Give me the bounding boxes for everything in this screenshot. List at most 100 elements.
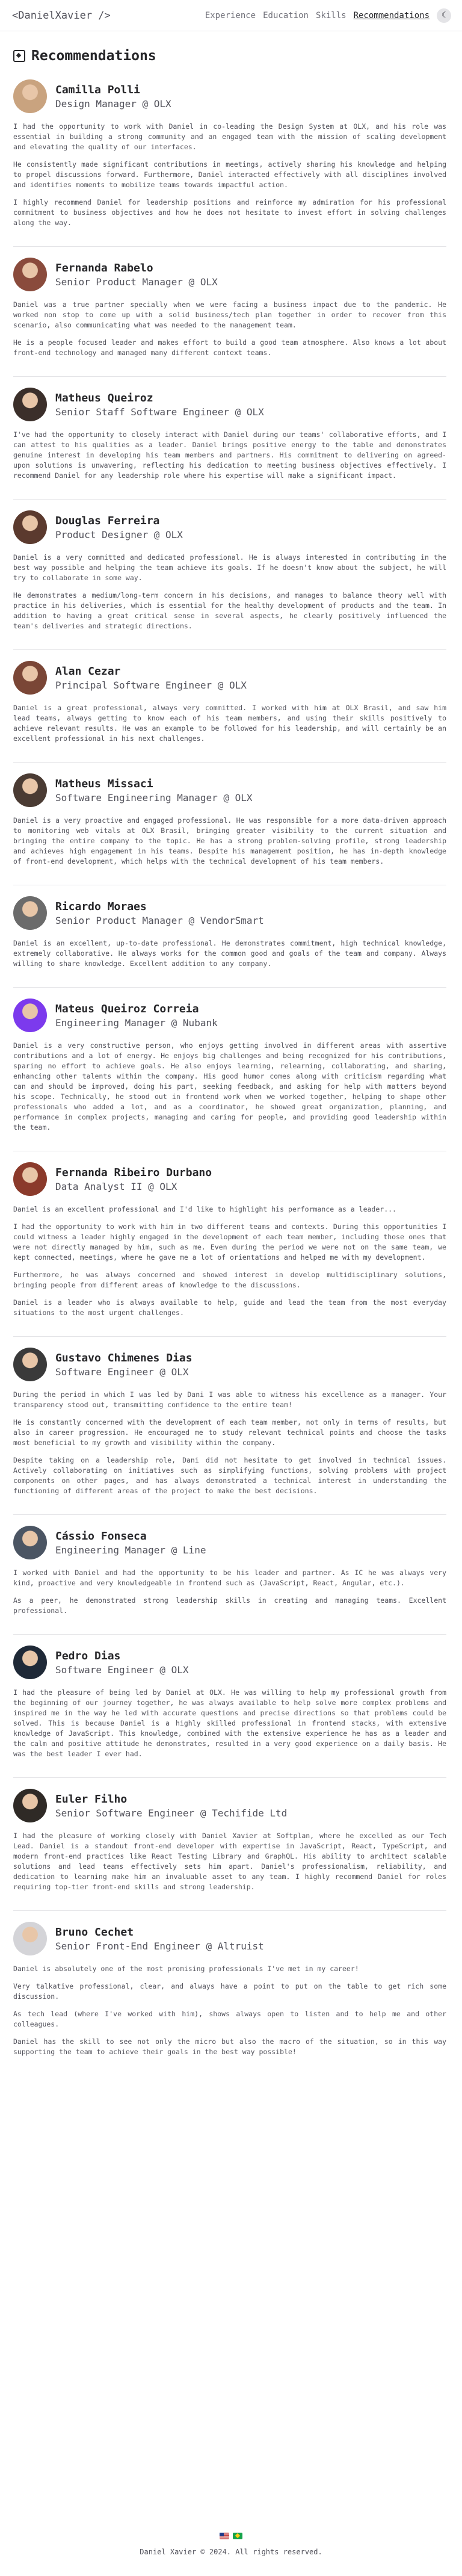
nav-link-experience[interactable]: Experience bbox=[205, 11, 256, 20]
recommender-role: Senior Product Manager @ OLX bbox=[55, 276, 218, 288]
nav-link-recommendations[interactable]: Recommendations bbox=[354, 11, 430, 20]
recommendation-text: I had the opportunity to work with him i… bbox=[13, 1222, 446, 1262]
recommendation-card: Ricardo Moraes Senior Product Manager @ V… bbox=[13, 885, 446, 987]
recommendation-header: Ricardo Moraes Senior Product Manager @ V… bbox=[13, 896, 446, 930]
recommendation-header: Camilla Polli Design Manager @ OLX bbox=[13, 79, 446, 113]
recommender-name: Pedro Dias bbox=[55, 1649, 121, 1662]
recommender-name: Gustavo Chimenes Dias bbox=[55, 1351, 192, 1364]
avatar bbox=[13, 1162, 47, 1196]
recommender-name: Fernanda Ribeiro Durbano bbox=[55, 1166, 212, 1179]
site-header: <DanielXavier /> Experience Education Skil… bbox=[0, 0, 462, 31]
avatar bbox=[13, 510, 47, 544]
recommendation-text: I had the pleasure of being led by Danie… bbox=[13, 1688, 446, 1758]
recommendation-header: Alan Cezar Principal Software Engineer @ … bbox=[13, 661, 446, 695]
recommendation-card: Matheus Missaci Software Engineering Mana… bbox=[13, 762, 446, 885]
recommendation-header: Douglas Ferreira Product Designer @ OLX bbox=[13, 510, 446, 544]
recommendation-text: Despite taking on a leadership role, Dan… bbox=[13, 1456, 446, 1495]
recommendation-text: Daniel is a very proactive and engaged p… bbox=[13, 816, 446, 865]
avatar bbox=[13, 1526, 47, 1559]
page-title: Recommendations bbox=[13, 48, 446, 64]
recommendation-text: During the period in which I was led by … bbox=[13, 1390, 446, 1409]
recommendation-card: Fernanda Ribeiro Durbano Data Analyst II … bbox=[13, 1151, 446, 1336]
avatar bbox=[13, 258, 47, 291]
recommender-info: Bruno Cechet Senior Front-End Engineer @ … bbox=[55, 1926, 264, 1952]
avatar bbox=[13, 1922, 47, 1955]
recommendation-card: Matheus Queiroz Senior Staff Software Eng… bbox=[13, 376, 446, 499]
avatar bbox=[13, 388, 47, 421]
recommender-info: Cássio Fonseca Engineering Manager @ Line bbox=[55, 1530, 206, 1556]
avatar bbox=[13, 999, 47, 1032]
recommendation-header: Fernanda Rabelo Senior Product Manager @ … bbox=[13, 258, 446, 291]
recommender-role: Data Analyst II @ OLX bbox=[55, 1180, 177, 1192]
brand-logo[interactable]: <DanielXavier /> bbox=[12, 10, 111, 22]
recommendation-text: As tech lead (where I've worked with him… bbox=[13, 2010, 446, 2028]
main-nav: Experience Education Skills Recommendations… bbox=[205, 8, 451, 23]
recommender-role: Software Engineering Manager @ OLX bbox=[55, 791, 253, 803]
recommender-name: Ricardo Moraes bbox=[55, 900, 147, 913]
recommender-role: Engineering Manager @ Nubank bbox=[55, 1017, 218, 1029]
recommendations-list: Camilla Polli Design Manager @ OLX I had t… bbox=[13, 79, 446, 2075]
avatar bbox=[13, 79, 47, 113]
recommendation-text: He demonstrates a medium/long-term conce… bbox=[13, 591, 446, 630]
recommendation-card: Mateus Queiroz Correia Engineering Manage… bbox=[13, 987, 446, 1151]
recommendation-card: Gustavo Chimenes Dias Software Engineer @… bbox=[13, 1336, 446, 1514]
recommendation-text: I worked with Daniel and had the opportu… bbox=[13, 1568, 446, 1587]
recommender-info: Matheus Missaci Software Engineering Mana… bbox=[55, 778, 253, 803]
recommender-info: Mateus Queiroz Correia Engineering Manage… bbox=[55, 1003, 218, 1029]
recommender-role: Software Engineer @ OLX bbox=[55, 1366, 189, 1378]
avatar bbox=[13, 661, 47, 695]
recommendation-text: Daniel is a very constructive person, wh… bbox=[13, 1041, 446, 1132]
recommendation-text: He is constantly concerned with the deve… bbox=[13, 1418, 446, 1447]
avatar bbox=[13, 1646, 47, 1679]
recommendation-text: Furthermore, he was always concerned and… bbox=[13, 1271, 446, 1289]
recommender-name: Euler Filho bbox=[55, 1792, 128, 1806]
recommendation-card: Alan Cezar Principal Software Engineer @ … bbox=[13, 649, 446, 762]
nav-link-skills[interactable]: Skills bbox=[316, 11, 346, 20]
recommendation-icon bbox=[13, 50, 25, 62]
avatar bbox=[13, 773, 47, 807]
recommender-info: Fernanda Ribeiro Durbano Data Analyst II … bbox=[55, 1166, 212, 1192]
recommender-name: Alan Cezar bbox=[55, 664, 121, 678]
recommendation-header: Euler Filho Senior Software Engineer @ Te… bbox=[13, 1789, 446, 1822]
recommender-info: Douglas Ferreira Product Designer @ OLX bbox=[55, 515, 183, 540]
copyright-text: Daniel Xavier © 2024. All rights reserve… bbox=[140, 2548, 322, 2556]
avatar bbox=[13, 1789, 47, 1822]
recommender-role: Product Designer @ OLX bbox=[55, 528, 183, 540]
recommendation-header: Cássio Fonseca Engineering Manager @ Line bbox=[13, 1526, 446, 1559]
recommendation-text: I highly recommend Daniel for leadership… bbox=[13, 198, 446, 227]
recommendation-text: Daniel has the skill to see not only the… bbox=[13, 2037, 446, 2056]
recommendation-text: As a peer, he demonstrated strong leader… bbox=[13, 1596, 446, 1615]
recommendation-card: Cássio Fonseca Engineering Manager @ Line… bbox=[13, 1514, 446, 1634]
recommendation-text: Daniel is absolutely one of the most pro… bbox=[13, 1965, 359, 1973]
recommender-info: Fernanda Rabelo Senior Product Manager @ … bbox=[55, 262, 218, 288]
recommender-info: Gustavo Chimenes Dias Software Engineer @… bbox=[55, 1352, 192, 1378]
recommendation-header: Matheus Missaci Software Engineering Mana… bbox=[13, 773, 446, 807]
recommender-name: Mateus Queiroz Correia bbox=[55, 1002, 199, 1015]
recommender-role: Software Engineer @ OLX bbox=[55, 1664, 189, 1676]
recommendation-text: Daniel was a true partner specially when… bbox=[13, 300, 446, 329]
recommendation-text: Daniel is a leader who is always availab… bbox=[13, 1298, 446, 1317]
nav-link-education[interactable]: Education bbox=[263, 11, 309, 20]
recommendation-card: Camilla Polli Design Manager @ OLX I had t… bbox=[13, 79, 446, 246]
recommendation-text: I had the pleasure of working closely wi… bbox=[13, 1831, 446, 1891]
recommender-name: Bruno Cechet bbox=[55, 1925, 134, 1939]
recommender-name: Fernanda Rabelo bbox=[55, 261, 153, 274]
moon-icon: ☾ bbox=[442, 11, 446, 20]
recommendation-header: Fernanda Ribeiro Durbano Data Analyst II … bbox=[13, 1162, 446, 1196]
recommendation-header: Mateus Queiroz Correia Engineering Manage… bbox=[13, 999, 446, 1032]
recommender-role: Engineering Manager @ Line bbox=[55, 1544, 206, 1556]
us-flag-icon[interactable] bbox=[220, 2533, 229, 2539]
recommendation-text: Daniel is a great professional, always v… bbox=[13, 704, 446, 743]
recommender-role: Principal Software Engineer @ OLX bbox=[55, 679, 247, 691]
recommendation-card: Fernanda Rabelo Senior Product Manager @ … bbox=[13, 246, 446, 376]
recommender-name: Matheus Queiroz bbox=[55, 391, 153, 404]
recommendation-text: Daniel is an excellent professional and … bbox=[13, 1205, 396, 1213]
language-switcher bbox=[0, 2533, 462, 2539]
recommendation-card: Bruno Cechet Senior Front-End Engineer @ … bbox=[13, 1910, 446, 2075]
recommendation-card: Pedro Dias Software Engineer @ OLX I had t… bbox=[13, 1634, 446, 1777]
site-footer: Daniel Xavier © 2024. All rights reserve… bbox=[0, 2533, 462, 2556]
br-flag-icon[interactable] bbox=[233, 2533, 242, 2539]
recommender-role: Senior Product Manager @ VendorSmart bbox=[55, 914, 264, 926]
recommender-role: Senior Front-End Engineer @ Altruist bbox=[55, 1940, 264, 1952]
theme-toggle-button[interactable]: ☾ bbox=[437, 8, 451, 23]
